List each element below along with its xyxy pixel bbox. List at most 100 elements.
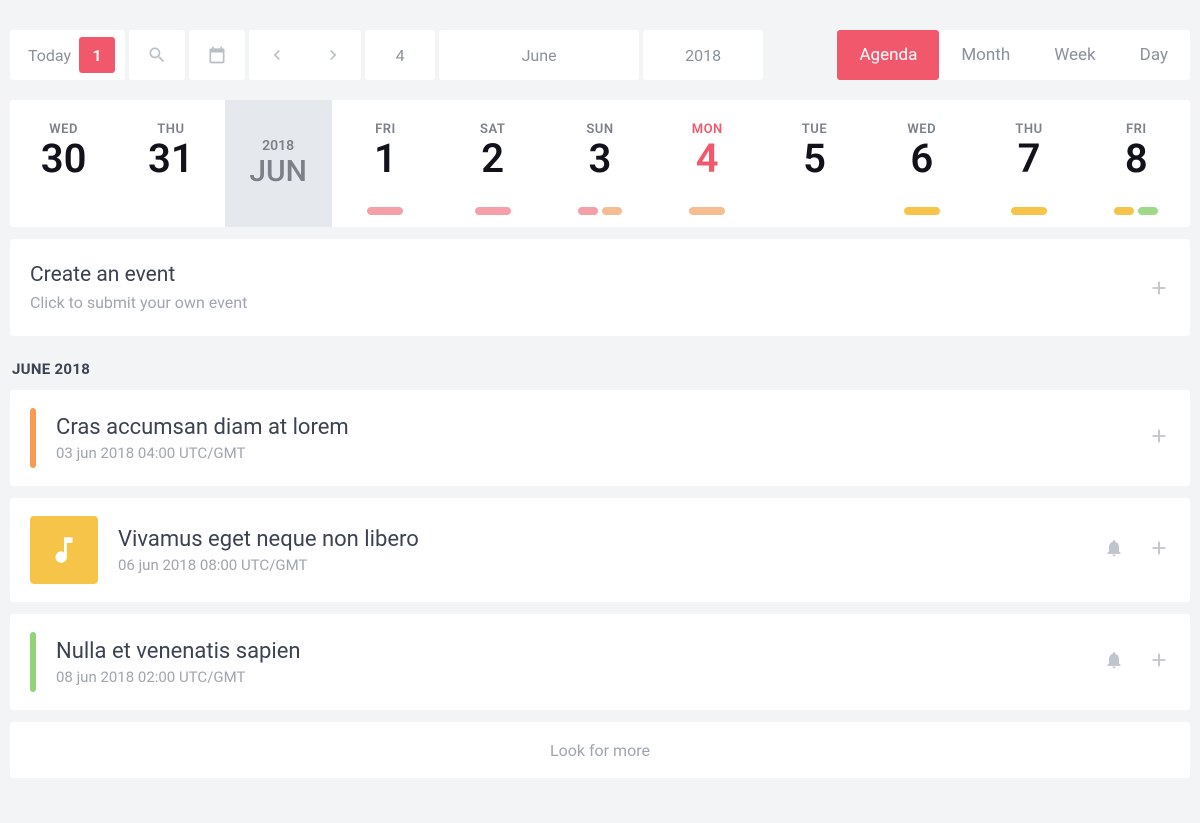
month-break-year: 2018 bbox=[262, 138, 294, 154]
day-event-indicators bbox=[904, 207, 940, 215]
toolbar: Today 1 4 June 2018 Agenda Month Week Day bbox=[10, 10, 1190, 100]
day-number: 5 bbox=[803, 139, 826, 179]
date-year-field[interactable]: 2018 bbox=[643, 30, 763, 80]
view-tab-month[interactable]: Month bbox=[939, 30, 1032, 80]
event-datetime: 08 jun 2018 02:00 UTC/GMT bbox=[56, 668, 1084, 686]
view-tab-label: Agenda bbox=[859, 45, 917, 65]
section-header: JUNE 2018 bbox=[10, 360, 1190, 390]
calendar-icon bbox=[207, 45, 227, 65]
plus-icon bbox=[1148, 537, 1170, 559]
plus-icon bbox=[1148, 425, 1170, 447]
event-dot bbox=[578, 207, 598, 215]
day-cell[interactable]: THU31 bbox=[117, 100, 224, 227]
date-day-field[interactable]: 4 bbox=[365, 30, 435, 80]
view-tab-label: Month bbox=[961, 45, 1010, 65]
day-cell[interactable]: FRI1 bbox=[332, 100, 439, 227]
day-event-indicators bbox=[475, 207, 511, 215]
date-month-field[interactable]: June bbox=[439, 30, 639, 80]
search-icon bbox=[147, 45, 167, 65]
bell-icon bbox=[1104, 538, 1124, 558]
event-title: Cras accumsan diam at lorem bbox=[56, 415, 1128, 440]
event-title: Nulla et venenatis sapien bbox=[56, 639, 1084, 664]
event-actions bbox=[1104, 649, 1170, 675]
today-label: Today bbox=[28, 46, 71, 65]
day-event-indicators bbox=[1011, 207, 1047, 215]
view-tab-label: Day bbox=[1140, 45, 1168, 65]
today-group: Today 1 bbox=[10, 30, 125, 80]
event-datetime: 06 jun 2018 08:00 UTC/GMT bbox=[118, 556, 1084, 574]
event-color-strip bbox=[30, 408, 36, 468]
day-number: 31 bbox=[148, 139, 194, 179]
event-reminder-button[interactable] bbox=[1104, 538, 1124, 562]
view-tab-day[interactable]: Day bbox=[1118, 30, 1190, 80]
event-dot bbox=[1011, 207, 1047, 215]
day-cell[interactable]: THU7 bbox=[975, 100, 1082, 227]
day-number: 3 bbox=[589, 139, 612, 179]
music-icon bbox=[47, 533, 81, 567]
event-title: Vivamus eget neque non libero bbox=[118, 527, 1084, 552]
event-dot bbox=[602, 207, 622, 215]
day-cell[interactable]: TUE5 bbox=[761, 100, 868, 227]
day-cell[interactable]: SUN3 bbox=[546, 100, 653, 227]
event-actions bbox=[1148, 425, 1170, 451]
event-add-button[interactable] bbox=[1148, 425, 1170, 451]
day-number: 6 bbox=[910, 139, 933, 179]
event-dot bbox=[367, 207, 403, 215]
event-add-button[interactable] bbox=[1148, 537, 1170, 563]
chevron-left-icon bbox=[267, 45, 287, 65]
month-break-cell: 2018JUN bbox=[225, 100, 332, 227]
day-number: 8 bbox=[1125, 139, 1148, 179]
day-cell[interactable]: MON4 bbox=[654, 100, 761, 227]
day-event-indicators bbox=[689, 207, 725, 215]
date-picker-button[interactable] bbox=[189, 30, 245, 80]
event-dot bbox=[475, 207, 511, 215]
day-cell[interactable]: SAT2 bbox=[439, 100, 546, 227]
next-button[interactable] bbox=[305, 30, 361, 80]
look-for-more-button[interactable]: Look for more bbox=[10, 722, 1190, 778]
create-event-card[interactable]: Create an event Click to submit your own… bbox=[10, 239, 1190, 336]
bell-icon bbox=[1104, 650, 1124, 670]
plus-icon bbox=[1148, 277, 1170, 299]
chevron-right-icon bbox=[323, 45, 343, 65]
today-badge: 1 bbox=[79, 37, 115, 73]
event-text: Cras accumsan diam at lorem 03 jun 2018 0… bbox=[56, 415, 1128, 462]
prev-button[interactable] bbox=[249, 30, 305, 80]
today-button[interactable]: Today 1 bbox=[10, 30, 125, 80]
search-button[interactable] bbox=[129, 30, 185, 80]
day-event-indicators bbox=[1114, 207, 1158, 215]
event-icon-box bbox=[30, 516, 98, 584]
day-cell[interactable]: WED6 bbox=[868, 100, 975, 227]
event-text: Nulla et venenatis sapien 08 jun 2018 02:… bbox=[56, 639, 1084, 686]
view-tab-agenda[interactable]: Agenda bbox=[837, 30, 939, 80]
day-cell[interactable]: WED30 bbox=[10, 100, 117, 227]
view-tab-week[interactable]: Week bbox=[1032, 30, 1117, 80]
day-cell[interactable]: FRI8 bbox=[1083, 100, 1190, 227]
event-datetime: 03 jun 2018 04:00 UTC/GMT bbox=[56, 444, 1128, 462]
day-number: 1 bbox=[374, 139, 397, 179]
event-text: Vivamus eget neque non libero 06 jun 2018… bbox=[118, 527, 1084, 574]
day-event-indicators bbox=[367, 207, 403, 215]
event-card[interactable]: Cras accumsan diam at lorem 03 jun 2018 0… bbox=[10, 390, 1190, 486]
plus-icon bbox=[1148, 649, 1170, 671]
month-break-label: JUN bbox=[249, 154, 307, 189]
create-event-title: Create an event bbox=[30, 263, 247, 287]
event-dot bbox=[1138, 207, 1158, 215]
event-card[interactable]: Nulla et venenatis sapien 08 jun 2018 02:… bbox=[10, 614, 1190, 710]
day-event-indicators bbox=[578, 207, 622, 215]
event-dot bbox=[904, 207, 940, 215]
event-card[interactable]: Vivamus eget neque non libero 06 jun 2018… bbox=[10, 498, 1190, 602]
day-number: 30 bbox=[41, 139, 87, 179]
event-add-button[interactable] bbox=[1148, 649, 1170, 675]
view-tab-label: Week bbox=[1054, 45, 1095, 65]
event-dot bbox=[1114, 207, 1134, 215]
event-actions bbox=[1104, 537, 1170, 563]
nav-group bbox=[249, 30, 361, 80]
day-strip: WED30THU312018JUNFRI1SAT2SUN3MON4TUE5WED… bbox=[10, 100, 1190, 227]
create-event-sub: Click to submit your own event bbox=[30, 293, 247, 312]
event-reminder-button[interactable] bbox=[1104, 650, 1124, 674]
view-tabs: Agenda Month Week Day bbox=[837, 30, 1190, 80]
event-dot bbox=[689, 207, 725, 215]
day-number: 7 bbox=[1018, 139, 1041, 179]
day-number: 2 bbox=[481, 139, 504, 179]
day-number: 4 bbox=[696, 139, 719, 179]
